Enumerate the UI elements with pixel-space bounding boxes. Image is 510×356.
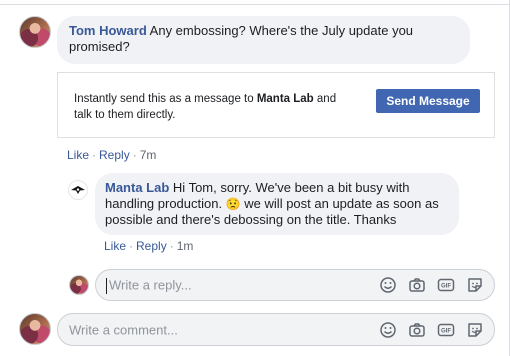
reply-text-line1: Hi Tom, sorry. We've been a bit busy wit… xyxy=(172,180,410,195)
reply-bubble-manta-lab: Manta Lab Hi Tom, sorry. We've been a bi… xyxy=(95,173,459,235)
reply-input[interactable]: Write a reply... GIF xyxy=(95,269,495,301)
comment-placeholder: Write a comment... xyxy=(69,322,178,337)
manta-logo-icon xyxy=(71,186,85,194)
comment-input[interactable]: Write a comment... GIF xyxy=(57,313,495,346)
avatar-manta-lab[interactable] xyxy=(68,180,88,200)
reply-input-icons: GIF xyxy=(378,275,485,295)
reply-author[interactable]: Manta Lab xyxy=(105,180,169,195)
worried-emoji-icon: 😟 xyxy=(225,197,241,211)
avatar-current-user xyxy=(19,313,51,345)
promo-text: Instantly send this as a message to Mant… xyxy=(74,91,364,123)
comment-input-icons: GIF xyxy=(378,320,485,340)
reply-text-line2-after: we will post an update as soon as xyxy=(244,196,439,211)
reply-link[interactable]: Reply xyxy=(136,239,167,253)
gif-icon[interactable]: GIF xyxy=(436,275,456,295)
comment-actions: Like · Reply · 7m xyxy=(67,148,157,162)
comment-author[interactable]: Tom Howard xyxy=(69,23,147,38)
sticker-icon[interactable] xyxy=(465,275,485,295)
emoji-icon[interactable] xyxy=(378,320,398,340)
avatar-tom-howard[interactable] xyxy=(19,16,51,48)
like-link[interactable]: Like xyxy=(104,239,126,253)
promo-text-after: and xyxy=(313,93,337,105)
reply-text-line3: possible and there's debossing on the ti… xyxy=(105,212,397,227)
comment-timestamp[interactable]: 7m xyxy=(140,148,157,162)
top-divider xyxy=(0,0,510,5)
camera-icon[interactable] xyxy=(407,275,427,295)
promo-text-line2: talk to them directly. xyxy=(74,109,176,121)
like-link[interactable]: Like xyxy=(67,148,89,162)
reply-link[interactable]: Reply xyxy=(99,148,130,162)
comment-text-line2: promised? xyxy=(69,39,130,54)
reply-placeholder: Write a reply... xyxy=(109,277,192,293)
reply-text-line2-before: handling production. xyxy=(105,196,223,211)
text-caret xyxy=(106,278,107,294)
reply-actions: Like · Reply · 1m xyxy=(104,239,194,253)
comment-bubble-tom: Tom Howard Any embossing? Where's the Ju… xyxy=(57,16,470,64)
comment-text-line1: Any embossing? Where's the July update y… xyxy=(149,23,414,38)
camera-icon[interactable] xyxy=(407,320,427,340)
reply-timestamp[interactable]: 1m xyxy=(177,239,194,253)
svg-text:GIF: GIF xyxy=(441,328,451,334)
svg-text:GIF: GIF xyxy=(441,284,451,290)
send-message-button[interactable]: Send Message xyxy=(376,89,480,113)
emoji-icon[interactable] xyxy=(378,275,398,295)
sticker-icon[interactable] xyxy=(465,320,485,340)
promo-page-name: Manta Lab xyxy=(256,93,314,105)
avatar-current-user-small xyxy=(69,275,89,295)
message-promo-box: Instantly send this as a message to Mant… xyxy=(57,72,495,138)
gif-icon[interactable]: GIF xyxy=(436,320,456,340)
promo-text-before: Instantly send this as a message to xyxy=(74,93,257,105)
